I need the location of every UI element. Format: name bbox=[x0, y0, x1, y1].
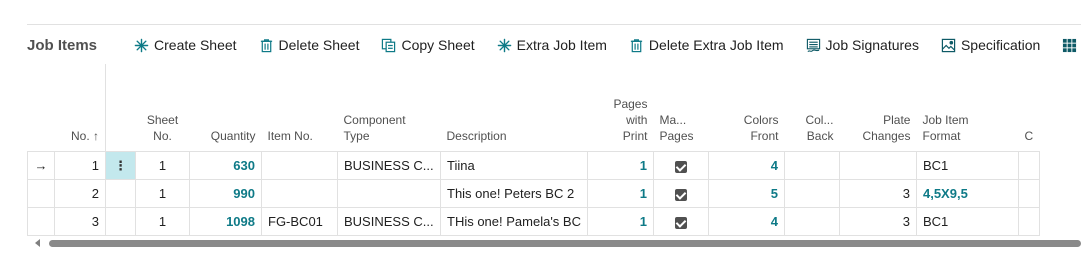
header-next-column[interactable]: C bbox=[1018, 64, 1039, 152]
cell-pages-with-print[interactable]: 1 bbox=[586, 151, 654, 180]
cell-sheet-no[interactable]: 1 bbox=[135, 179, 190, 208]
cell-job-item-format[interactable]: 4,5X9,5 bbox=[915, 179, 1019, 208]
table-header-row: No. ↑ Sheet No. Quantity Item No. Compone… bbox=[28, 64, 1040, 152]
create-sheet-button[interactable]: Create Sheet bbox=[134, 37, 237, 53]
header-menu bbox=[105, 64, 136, 152]
delete-sheet-button[interactable]: Delete Sheet bbox=[259, 37, 360, 53]
asterisk-icon bbox=[134, 38, 149, 52]
table-row[interactable]: → 1 ⋮ 1 630 BUSINESS C... Tiina 1 4 BC1 bbox=[27, 151, 1040, 180]
columns-icon bbox=[1063, 38, 1077, 52]
delete-extra-job-item-button[interactable]: Delete Extra Job Item bbox=[629, 37, 784, 53]
job-items-table: No. ↑ Sheet No. Quantity Item No. Compone… bbox=[27, 64, 1040, 236]
row-selector-arrow[interactable]: → bbox=[27, 151, 55, 180]
specification-label: Specification bbox=[960, 37, 1041, 53]
cell-col-back[interactable] bbox=[783, 151, 840, 180]
copy-sheet-button[interactable]: Copy Sheet bbox=[381, 37, 475, 53]
extra-job-item-label: Extra Job Item bbox=[516, 37, 607, 53]
checkbox-checked-icon[interactable] bbox=[674, 188, 687, 201]
cell-job-item-format[interactable]: BC1 bbox=[915, 151, 1019, 180]
copy-sheet-label: Copy Sheet bbox=[401, 37, 475, 53]
delete-sheet-label: Delete Sheet bbox=[278, 37, 360, 53]
table-row[interactable]: 2 1 990 This one! Peters BC 2 1 5 3 4,5X9,5 bbox=[27, 179, 1040, 208]
header-colors-front[interactable]: Colors Front bbox=[708, 64, 784, 152]
cell-plate-changes[interactable]: 3 bbox=[838, 207, 917, 236]
page-title[interactable]: Job Items bbox=[27, 37, 97, 54]
image-icon bbox=[941, 38, 956, 52]
header-sheet-no[interactable]: Sheet No. bbox=[136, 64, 190, 152]
horizontal-scrollbar[interactable] bbox=[27, 236, 1081, 250]
cell-plate-changes[interactable] bbox=[838, 151, 917, 180]
cell-plate-changes[interactable]: 3 bbox=[838, 179, 917, 208]
cell-description[interactable]: This one! Peters BC 2 bbox=[440, 179, 588, 208]
cell-colors-front[interactable]: 4 bbox=[707, 151, 785, 180]
create-sheet-label: Create Sheet bbox=[154, 37, 237, 53]
job-signatures-label: Job Signatures bbox=[825, 37, 919, 53]
cell-colors-front[interactable]: 5 bbox=[707, 179, 785, 208]
row-menu-button[interactable]: ⋮ bbox=[105, 151, 136, 180]
header-pages-with-print[interactable]: Pages with Print bbox=[587, 64, 653, 152]
row-selector-arrow[interactable] bbox=[27, 179, 55, 208]
checkbox-checked-icon[interactable] bbox=[674, 160, 687, 173]
cell-col-back[interactable] bbox=[783, 207, 840, 236]
header-item-no[interactable]: Item No. bbox=[262, 64, 338, 152]
copy-icon bbox=[382, 38, 396, 52]
cell-ma-pages[interactable] bbox=[652, 207, 709, 236]
header-plate-changes[interactable]: Plate Changes bbox=[839, 64, 916, 152]
table-row[interactable]: 3 1 1098 FG-BC01 BUSINESS C... THis one! Pame… bbox=[27, 207, 1040, 236]
checkbox-checked-icon[interactable] bbox=[674, 216, 687, 229]
job-signatures-button[interactable]: Job Signatures bbox=[806, 37, 919, 53]
cell-item-no[interactable]: FG-BC01 bbox=[261, 207, 338, 236]
cell-ma-pages[interactable] bbox=[652, 151, 709, 180]
cell-quantity[interactable]: 990 bbox=[189, 179, 262, 208]
trash-icon bbox=[630, 38, 643, 52]
cell-description[interactable]: THis one! Pamela's BC bbox=[440, 207, 588, 236]
columns-button[interactable]: Co bbox=[1062, 37, 1081, 53]
cell-sheet-no[interactable]: 1 bbox=[135, 151, 190, 180]
header-description[interactable]: Description bbox=[441, 64, 588, 152]
header-no[interactable]: No. ↑ bbox=[55, 64, 106, 152]
cell-pages-with-print[interactable]: 1 bbox=[586, 179, 654, 208]
cell-quantity[interactable]: 630 bbox=[189, 151, 262, 180]
cell-component-type[interactable] bbox=[337, 179, 441, 208]
cell-no[interactable]: 2 bbox=[54, 179, 106, 208]
action-bar: Job Items Create Sheet Delete Sheet Copy… bbox=[27, 28, 1081, 62]
cell-component-type[interactable]: BUSINESS C... bbox=[337, 207, 441, 236]
specification-button[interactable]: Specification bbox=[941, 37, 1040, 53]
cell-ma-pages[interactable] bbox=[652, 179, 709, 208]
scroll-left-icon[interactable] bbox=[35, 239, 40, 247]
cell-no[interactable]: 3 bbox=[54, 207, 106, 236]
selector-header bbox=[28, 64, 55, 152]
cell-next-column[interactable] bbox=[1017, 179, 1040, 208]
row-menu-button[interactable] bbox=[105, 207, 136, 236]
signatures-icon bbox=[806, 38, 820, 52]
cell-description[interactable]: Tiina bbox=[440, 151, 588, 180]
top-divider bbox=[27, 24, 1081, 25]
delete-extra-job-item-label: Delete Extra Job Item bbox=[648, 37, 784, 53]
cell-next-column[interactable] bbox=[1017, 151, 1040, 180]
cell-colors-front[interactable]: 4 bbox=[707, 207, 785, 236]
trash-icon bbox=[260, 38, 272, 52]
cell-quantity[interactable]: 1098 bbox=[189, 207, 262, 236]
header-job-item-format[interactable]: Job Item Format bbox=[916, 64, 1018, 152]
cell-no[interactable]: 1 bbox=[54, 151, 106, 180]
header-quantity[interactable]: Quantity bbox=[190, 64, 262, 152]
row-selector-arrow[interactable] bbox=[27, 207, 55, 236]
cell-component-type[interactable]: BUSINESS C... bbox=[337, 151, 441, 180]
cell-pages-with-print[interactable]: 1 bbox=[586, 207, 654, 236]
row-menu-button[interactable] bbox=[105, 179, 136, 208]
cell-item-no[interactable] bbox=[261, 179, 338, 208]
cell-item-no[interactable] bbox=[261, 151, 338, 180]
extra-job-item-button[interactable]: Extra Job Item bbox=[497, 37, 607, 53]
scrollbar-thumb[interactable] bbox=[49, 240, 1081, 247]
header-component-type[interactable]: Component Type bbox=[338, 64, 441, 152]
cell-sheet-no[interactable]: 1 bbox=[135, 207, 190, 236]
header-col-back[interactable]: Col... Back bbox=[784, 64, 839, 152]
cell-job-item-format[interactable]: BC1 bbox=[915, 207, 1019, 236]
header-ma-pages[interactable]: Ma... Pages bbox=[653, 64, 708, 152]
asterisk-icon bbox=[497, 38, 511, 52]
cell-next-column[interactable] bbox=[1017, 207, 1040, 236]
cell-col-back[interactable] bbox=[783, 179, 840, 208]
